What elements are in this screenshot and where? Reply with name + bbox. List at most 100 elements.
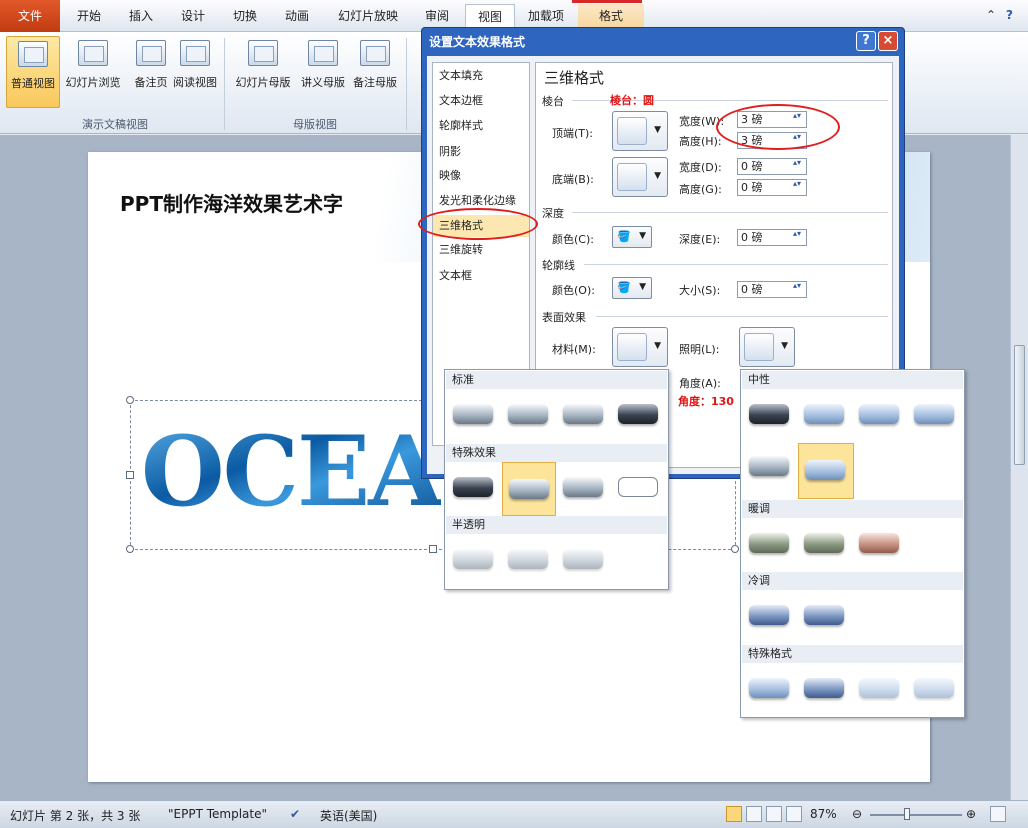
- lighting-sunset[interactable]: [853, 521, 905, 565]
- slide-title[interactable]: PPT制作海洋效果艺术字: [120, 188, 343, 217]
- reading-view-status-button[interactable]: [766, 806, 782, 822]
- normal-view-status-button[interactable]: [726, 806, 742, 822]
- zoom-in-icon[interactable]: ⊕: [966, 807, 976, 821]
- nav-3d-rotation[interactable]: 三维旋转: [433, 239, 529, 261]
- lighting-morning[interactable]: [743, 521, 795, 565]
- lighting-label: 照明(L):: [679, 343, 720, 356]
- tab-transitions[interactable]: 切换: [220, 4, 270, 31]
- dialog-help-button[interactable]: ?: [856, 31, 876, 51]
- material-powder[interactable]: [447, 537, 499, 581]
- language[interactable]: 英语(美国): [320, 807, 377, 824]
- contour-size-input[interactable]: 0 磅: [737, 281, 807, 298]
- slide-master-icon: [248, 40, 278, 66]
- contour-color-button[interactable]: 🪣 ▼: [612, 277, 652, 299]
- lighting-swatch: [749, 605, 789, 625]
- tab-insert[interactable]: 插入: [116, 4, 166, 31]
- slide-master-button[interactable]: 幻灯片母版: [230, 36, 296, 108]
- tab-slideshow[interactable]: 幻灯片放映: [326, 4, 410, 31]
- material-metal[interactable]: [612, 392, 664, 436]
- lighting-soft[interactable]: [853, 392, 905, 436]
- scrollbar-thumb[interactable]: [1014, 345, 1025, 465]
- help-icon[interactable]: ?: [1006, 8, 1013, 22]
- resize-handle[interactable]: [126, 471, 134, 479]
- reading-view-button[interactable]: 阅读视图: [168, 36, 222, 108]
- material-dropdown[interactable]: ▼: [612, 327, 668, 367]
- minimize-ribbon-icon[interactable]: ⌃: [986, 8, 996, 22]
- resize-handle[interactable]: [126, 545, 134, 553]
- wordart-text[interactable]: OCEA: [141, 415, 443, 528]
- reading-view-label: 阅读视图: [173, 76, 217, 89]
- bottom-bevel-dropdown[interactable]: ▼: [612, 157, 668, 197]
- material-dark-edge[interactable]: [447, 465, 499, 509]
- lighting-contrasting[interactable]: [798, 443, 854, 499]
- material-label: 材料(M):: [552, 343, 596, 356]
- lighting-flood[interactable]: [743, 444, 795, 488]
- bottom-height-input[interactable]: 0 磅: [737, 179, 807, 196]
- top-bevel-dropdown[interactable]: ▼: [612, 111, 668, 151]
- lighting-glow[interactable]: [798, 666, 850, 710]
- slide-sorter-icon: [78, 40, 108, 66]
- chevron-down-icon: ▼: [639, 282, 646, 292]
- material-clear[interactable]: [557, 537, 609, 581]
- handout-master-button[interactable]: 讲义母版: [296, 36, 350, 108]
- top-height-label: 高度(H):: [679, 135, 722, 148]
- tab-animations[interactable]: 动画: [272, 4, 322, 31]
- lighting-chilly[interactable]: [743, 593, 795, 637]
- material-soft-edge[interactable]: [502, 462, 556, 516]
- material-plastic[interactable]: [557, 392, 609, 436]
- nav-reflection[interactable]: 映像: [433, 165, 529, 187]
- contour-section-label: 轮廓线: [542, 259, 575, 272]
- vertical-scrollbar[interactable]: [1010, 135, 1028, 800]
- sorter-view-status-button[interactable]: [746, 806, 762, 822]
- resize-handle[interactable]: [429, 545, 437, 553]
- contour-color-label: 颜色(O):: [552, 284, 595, 297]
- lighting-bright-room[interactable]: [853, 666, 905, 710]
- zoom-level[interactable]: 87%: [810, 807, 837, 821]
- gallery-header-cool: 冷调: [742, 572, 963, 590]
- nav-shadow[interactable]: 阴影: [433, 141, 529, 163]
- gallery-header-warm: 暖调: [742, 500, 963, 518]
- fit-to-window-icon[interactable]: [990, 806, 1006, 822]
- slideshow-status-button[interactable]: [786, 806, 802, 822]
- notes-master-button[interactable]: 备注母版: [348, 36, 402, 108]
- material-swatch: [509, 479, 549, 499]
- material-swatch: [508, 549, 548, 569]
- dialog-close-button[interactable]: ×: [878, 31, 898, 51]
- depth-color-button[interactable]: 🪣 ▼: [612, 226, 652, 248]
- slide-sorter-button[interactable]: 幻灯片浏览: [62, 36, 124, 108]
- zoom-slider[interactable]: [870, 814, 962, 816]
- tab-file[interactable]: 文件: [0, 0, 60, 32]
- nav-text-fill[interactable]: 文本填充: [433, 65, 529, 87]
- lighting-swatch: [804, 678, 844, 698]
- resize-handle[interactable]: [126, 396, 134, 404]
- depth-input[interactable]: 0 磅: [737, 229, 807, 246]
- handout-master-icon: [308, 40, 338, 66]
- material-translucent-powder[interactable]: [502, 537, 554, 581]
- nav-text-box[interactable]: 文本框: [433, 265, 529, 287]
- lighting-two-point[interactable]: [908, 666, 960, 710]
- resize-handle[interactable]: [731, 545, 739, 553]
- contour-size-label: 大小(S):: [679, 284, 721, 297]
- surface-section-label: 表面效果: [542, 311, 586, 324]
- nav-text-outline[interactable]: 文本边框: [433, 90, 529, 112]
- zoom-slider-thumb[interactable]: [904, 808, 910, 820]
- bottom-width-input[interactable]: 0 磅: [737, 158, 807, 175]
- material-wire-frame[interactable]: [612, 465, 664, 509]
- material-flat[interactable]: [557, 465, 609, 509]
- lighting-sunrise[interactable]: [798, 521, 850, 565]
- tab-design[interactable]: 设计: [168, 4, 218, 31]
- lighting-freezing[interactable]: [798, 593, 850, 637]
- lighting-three-point[interactable]: [743, 392, 795, 436]
- spellcheck-icon[interactable]: ✔: [290, 807, 300, 821]
- tab-home[interactable]: 开始: [64, 4, 114, 31]
- lighting-balanced[interactable]: [798, 392, 850, 436]
- material-warm-matte[interactable]: [502, 392, 554, 436]
- normal-view-button[interactable]: 普通视图: [6, 36, 60, 108]
- nav-outline-style[interactable]: 轮廓样式: [433, 115, 529, 137]
- lighting-flat[interactable]: [743, 666, 795, 710]
- lighting-dropdown[interactable]: ▼: [739, 327, 795, 367]
- material-matte[interactable]: [447, 392, 499, 436]
- nav-highlight-ellipse: [418, 208, 538, 240]
- lighting-harsh[interactable]: [908, 392, 960, 436]
- zoom-out-icon[interactable]: ⊖: [852, 807, 862, 821]
